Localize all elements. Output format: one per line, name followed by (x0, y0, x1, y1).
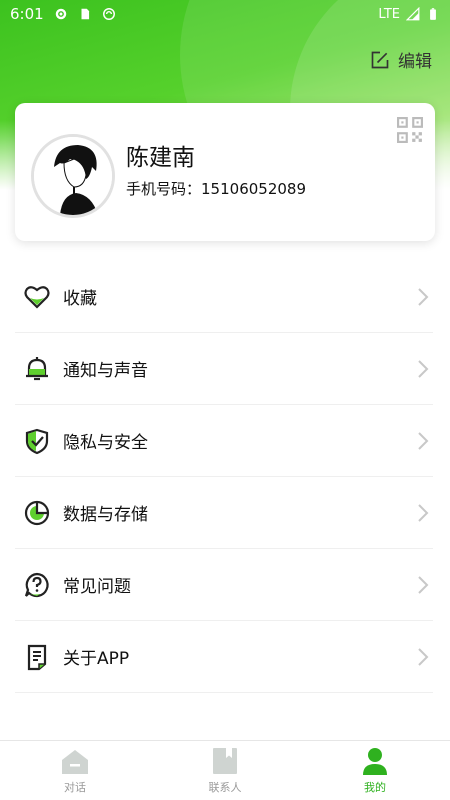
network-type: LTE (378, 6, 400, 22)
edit-label: 编辑 (398, 52, 432, 72)
menu-item-label: 通知与声音 (63, 361, 148, 381)
nav-tab-label: 联系人 (208, 781, 242, 794)
menu-item-privacy[interactable]: 隐私与安全 (15, 405, 433, 477)
bottom-navigation: 对话 联系人 我的 (0, 740, 450, 800)
edit-button[interactable]: 编辑 (370, 47, 432, 72)
status-bar: 6:01 LTE (0, 0, 450, 28)
menu-item-faq[interactable]: 常见问题 (15, 549, 433, 621)
menu-item-label: 收藏 (63, 289, 97, 309)
sync-icon (102, 8, 115, 20)
menu-item-label: 常见问题 (63, 577, 131, 597)
profile-icon (363, 748, 387, 775)
document-icon (27, 644, 47, 670)
phone-number: 15106052089 (201, 180, 306, 198)
profile-card[interactable]: 陈建南 手机号码：15106052089 (15, 103, 435, 241)
bell-icon (26, 356, 48, 380)
menu-item-label: 数据与存储 (63, 505, 148, 525)
nav-tab-label: 我的 (364, 781, 386, 794)
signal-icon (406, 7, 420, 21)
edit-icon (371, 51, 389, 68)
shield-icon (25, 428, 49, 454)
chevron-right-icon (418, 360, 429, 378)
chevron-right-icon (418, 432, 429, 450)
phone-label: 手机号码： (126, 180, 202, 198)
status-time: 6:01 (10, 5, 44, 23)
contacts-icon (213, 748, 237, 774)
nav-tab-profile[interactable]: 我的 (300, 741, 450, 800)
pie-chart-icon (24, 500, 50, 525)
chat-icon (62, 750, 88, 774)
settings-status-icon (55, 8, 66, 20)
nav-tab-contacts[interactable]: 联系人 (150, 741, 300, 800)
chevron-right-icon (418, 648, 429, 666)
menu-item-label: 隐私与安全 (63, 433, 148, 453)
nav-tab-label: 对话 (64, 781, 86, 794)
chevron-right-icon (418, 504, 429, 522)
user-name: 陈建南 (126, 145, 195, 171)
phone-row: 手机号码：15106052089 (126, 178, 306, 199)
chevron-right-icon (418, 288, 429, 306)
settings-menu: 收藏 通知与声音 隐私与安全 数据与存储 常见问题 关于APP (15, 261, 433, 693)
qr-code-icon[interactable] (397, 117, 423, 143)
question-icon (24, 572, 49, 597)
sd-card-icon (81, 8, 89, 20)
menu-item-notifications[interactable]: 通知与声音 (15, 333, 433, 405)
battery-icon (430, 8, 436, 20)
heart-icon (24, 285, 50, 309)
menu-item-favorites[interactable]: 收藏 (15, 261, 433, 333)
menu-item-label: 关于APP (63, 649, 130, 669)
avatar-illustration (34, 137, 112, 215)
avatar[interactable] (31, 134, 115, 218)
nav-tab-chat[interactable]: 对话 (0, 741, 150, 800)
chevron-right-icon (418, 576, 429, 594)
menu-item-about[interactable]: 关于APP (15, 621, 433, 693)
menu-item-data-storage[interactable]: 数据与存储 (15, 477, 433, 549)
